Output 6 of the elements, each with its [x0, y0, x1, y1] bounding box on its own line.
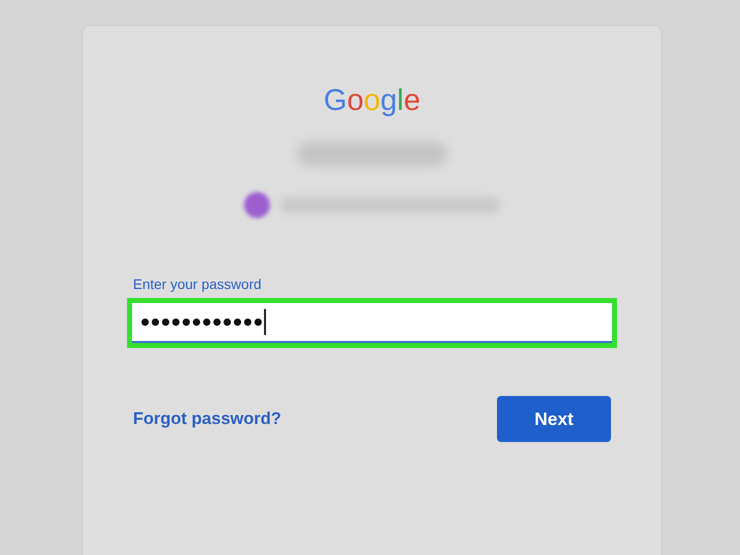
password-field[interactable]: ●●●●●●●●●●●●: [132, 303, 612, 343]
avatar-icon: [244, 192, 270, 218]
next-button[interactable]: Next: [497, 396, 611, 442]
forgot-password-link[interactable]: Forgot password?: [133, 409, 282, 429]
field-label: Enter your password: [133, 276, 262, 292]
logo: Google: [324, 84, 420, 118]
